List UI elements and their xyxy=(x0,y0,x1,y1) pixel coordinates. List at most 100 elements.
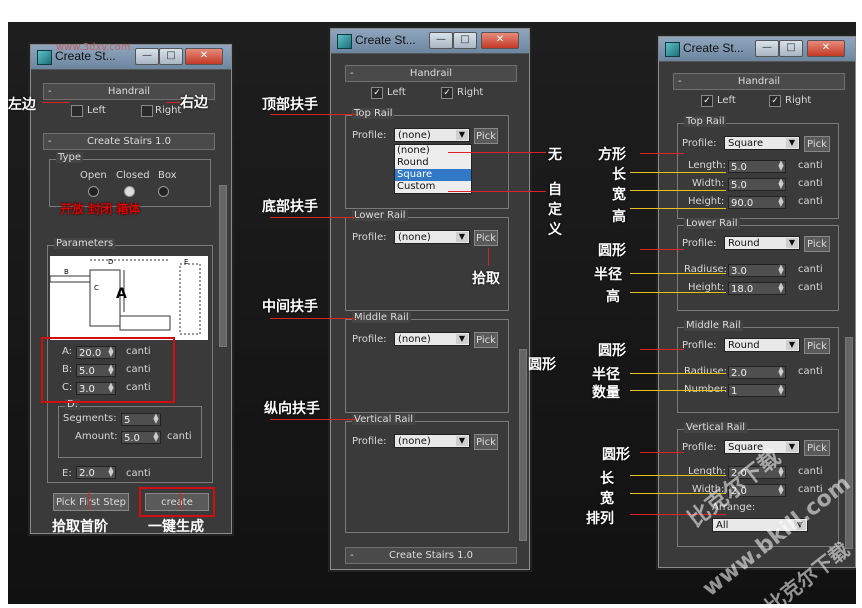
option-none[interactable]: (none) xyxy=(395,145,471,157)
close-button[interactable]: ✕ xyxy=(807,40,845,57)
scrollbar[interactable] xyxy=(519,349,527,541)
pick-first-step-button[interactable]: Pick First Step xyxy=(53,493,129,511)
title-bar[interactable]: Create St... — □ ✕ xyxy=(659,37,855,62)
diagram-label-c: C xyxy=(94,284,99,292)
radius-spinner[interactable]: 3.0 ▲ ▼ xyxy=(728,264,786,277)
dropdown-arrow-icon[interactable]: ▼ xyxy=(786,442,798,452)
amount-spinner[interactable]: 5.0 ▲ ▼ xyxy=(121,431,161,444)
spinner-arrows-icon[interactable]: ▲ ▼ xyxy=(777,196,785,208)
lower-rail-profile-dropdown[interactable]: Round ▼ xyxy=(724,236,800,250)
right-checkbox[interactable]: ✓ xyxy=(769,95,781,107)
spinner-arrows-icon[interactable]: ▲ ▼ xyxy=(777,264,785,276)
dropdown-arrow-icon[interactable]: ▼ xyxy=(456,232,468,242)
middle-rail-profile-dropdown[interactable]: (none) ▼ xyxy=(394,332,470,346)
maximize-button[interactable]: □ xyxy=(159,48,183,65)
spinner-arrows-icon[interactable]: ▲ ▼ xyxy=(152,413,160,425)
minimize-button[interactable]: — xyxy=(135,48,159,65)
length-spinner[interactable]: 5.0 ▲ ▼ xyxy=(728,160,786,173)
lower-rail-pick-button[interactable]: Pick xyxy=(474,230,498,246)
minimize-button[interactable]: — xyxy=(755,40,779,57)
vertical-rail-profile-dropdown[interactable]: (none) ▼ xyxy=(394,434,470,448)
window-title: Create St... xyxy=(683,41,744,55)
diagram-label-e: E xyxy=(184,258,189,266)
dropdown-arrow-icon[interactable]: ▼ xyxy=(456,130,468,140)
e-spinner[interactable]: 2.0 ▲ ▼ xyxy=(76,466,116,479)
lower-height-spinner[interactable]: 18.0 ▲ ▼ xyxy=(728,282,786,295)
maximize-button[interactable]: □ xyxy=(779,40,803,57)
option-square[interactable]: Square xyxy=(395,169,471,181)
left-checkbox[interactable]: ✓ xyxy=(701,95,713,107)
rollout-create-stairs[interactable]: - Create Stairs 1.0 xyxy=(345,547,517,564)
rollout-handrail[interactable]: - Handrail xyxy=(345,65,517,82)
left-checkbox[interactable] xyxy=(71,105,83,117)
arrow-bottom-rail xyxy=(270,217,356,218)
dropdown-arrow-icon[interactable]: ▼ xyxy=(786,138,798,148)
box-radio[interactable] xyxy=(158,186,169,197)
maximize-button[interactable]: □ xyxy=(453,32,477,49)
lower-rail-pick-button[interactable]: Pick xyxy=(804,236,830,252)
dropdown-value: (none) xyxy=(398,436,431,447)
rollout-handrail[interactable]: - Handrail xyxy=(673,73,845,90)
spinner-arrows-icon[interactable]: ▲ ▼ xyxy=(777,484,785,496)
length-label: Length: xyxy=(688,160,726,171)
option-round[interactable]: Round xyxy=(395,157,471,169)
title-bar[interactable]: Create St... — □ ✕ xyxy=(331,29,529,54)
spinner-arrows-icon[interactable]: ▲ ▼ xyxy=(777,384,785,396)
vertical-rail-pick-button[interactable]: Pick xyxy=(804,440,830,456)
annotation-width: 宽 xyxy=(612,187,626,203)
top-rail-pick-button[interactable]: Pick xyxy=(474,128,498,144)
segments-value: 5 xyxy=(124,415,131,426)
spinner-arrows-icon[interactable]: ▲ ▼ xyxy=(777,366,785,378)
arrow-pick xyxy=(488,248,489,266)
left-checkbox[interactable]: ✓ xyxy=(371,87,383,99)
vertical-rail-pick-button[interactable]: Pick xyxy=(474,434,498,450)
scrollbar[interactable] xyxy=(219,185,227,347)
close-button[interactable]: ✕ xyxy=(481,32,519,49)
right-checkbox[interactable]: ✓ xyxy=(441,87,453,99)
arrow-left-side xyxy=(42,102,70,103)
minimize-button[interactable]: — xyxy=(429,32,453,49)
dropdown-arrow-icon[interactable]: ▼ xyxy=(456,436,468,446)
close-button[interactable]: ✕ xyxy=(185,48,223,65)
watermark-url: www.3dxy.com xyxy=(56,42,131,53)
segments-spinner[interactable]: 5 ▲ ▼ xyxy=(121,413,161,426)
dropdown-value: Round xyxy=(728,340,760,351)
dropdown-arrow-icon[interactable]: ▼ xyxy=(786,238,798,248)
lower-rail-label: Lower Rail xyxy=(352,210,408,221)
scrollbar[interactable] xyxy=(845,337,853,549)
rollout-create-stairs[interactable]: - Create Stairs 1.0 xyxy=(43,133,215,150)
open-radio[interactable] xyxy=(88,186,99,197)
top-rail-label: Top Rail xyxy=(684,116,727,127)
dropdown-arrow-icon[interactable]: ▼ xyxy=(456,334,468,344)
height-spinner[interactable]: 90.0 ▲ ▼ xyxy=(728,196,786,209)
width-spinner[interactable]: 5.0 ▲ ▼ xyxy=(728,178,786,191)
annotation-arrange: 排列 xyxy=(586,511,614,527)
spinner-arrows-icon[interactable]: ▲ ▼ xyxy=(152,431,160,443)
top-rail-pick-button[interactable]: Pick xyxy=(804,136,830,152)
arrow-height xyxy=(630,208,726,209)
middle-rail-pick-button[interactable]: Pick xyxy=(804,338,830,354)
spinner-arrows-icon[interactable]: ▲ ▼ xyxy=(777,160,785,172)
left-label: Left xyxy=(387,87,406,98)
lower-height-unit: canti xyxy=(798,282,823,293)
top-rail-profile-dropdown[interactable]: (none) ▼ xyxy=(394,128,470,142)
middle-rail-profile-dropdown[interactable]: Round ▼ xyxy=(724,338,800,352)
annotation-none: 无 xyxy=(548,147,562,163)
dropdown-value: Round xyxy=(728,238,760,249)
number-spinner[interactable]: 1 ▲ ▼ xyxy=(728,384,786,397)
dropdown-arrow-icon[interactable]: ▼ xyxy=(786,340,798,350)
profile-label: Profile: xyxy=(352,232,387,243)
middle-rail-pick-button[interactable]: Pick xyxy=(474,332,498,348)
left-label: Left xyxy=(717,95,736,106)
closed-radio[interactable] xyxy=(124,186,135,197)
arrow-custom xyxy=(448,191,546,192)
top-rail-profile-dropdown[interactable]: Square ▼ xyxy=(724,136,800,150)
spinner-arrows-icon[interactable]: ▲ ▼ xyxy=(777,178,785,190)
middle-radius-spinner[interactable]: 2.0 ▲ ▼ xyxy=(728,366,786,379)
spinner-arrows-icon[interactable]: ▲ ▼ xyxy=(107,466,115,478)
create-stairs-window-2: Create St... — □ ✕ - Handrail ✓ Left ✓ Ri… xyxy=(330,28,530,570)
arrow-count xyxy=(630,390,726,391)
right-checkbox[interactable] xyxy=(141,105,153,117)
lower-rail-profile-dropdown[interactable]: (none) ▼ xyxy=(394,230,470,244)
spinner-arrows-icon[interactable]: ▲ ▼ xyxy=(777,282,785,294)
